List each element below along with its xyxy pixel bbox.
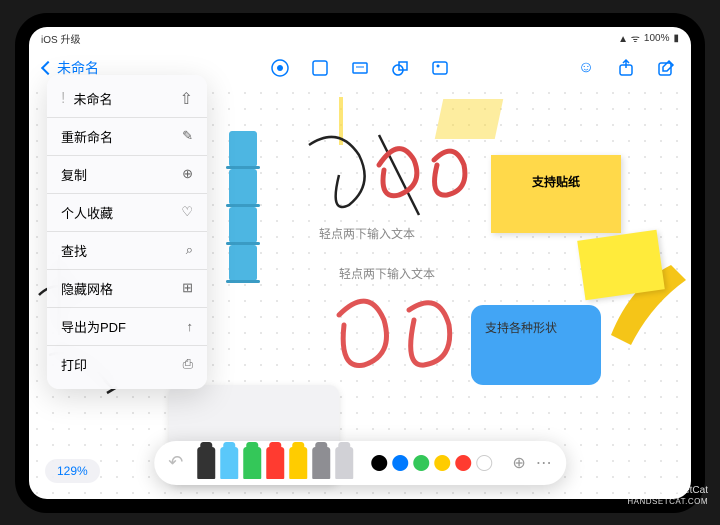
color-swatches [371,455,492,471]
menu-item-3[interactable]: 查找⌕ [47,231,207,269]
drawing-tool[interactable] [266,447,284,479]
screen: iOS 升级 ▲ ᯤ 100% ▮ 未命名 ☺ 轻点两下输入文本 [29,27,691,499]
sticky-note-icon[interactable] [309,57,331,79]
status-right: ▲ ᯤ 100% ▮ [618,31,679,46]
add-color-button[interactable]: ⊕ [512,453,525,473]
wifi-icon: ▲ ᯤ [618,31,640,45]
text-box-icon[interactable] [349,57,371,79]
drawing-tool[interactable] [243,447,261,479]
exclamation-icon: ! [61,90,65,108]
menu-item-4[interactable]: 隐藏网格⊞ [47,269,207,307]
battery-icon: ▮ [673,33,679,44]
text-placeholder-1[interactable]: 轻点两下输入文本 [319,225,415,242]
chevron-left-icon [41,60,55,74]
sticky-note-yellow[interactable]: 支持贴纸 [491,155,621,233]
drawing-tool[interactable] [312,447,330,479]
bamboo-drawing [229,131,257,291]
menu-item-5[interactable]: 导出为PDF↑ [47,307,207,345]
color-swatch[interactable] [434,455,450,471]
watermark: HandsetCat HANDSETCAT.COM [627,484,708,507]
shapes-icon[interactable] [389,57,411,79]
share-icon-small[interactable]: ⇧ [180,89,193,109]
drawing-tool[interactable] [335,447,353,479]
more-button[interactable]: ⋯ [536,453,552,473]
highlighter-mark [435,99,504,139]
menu-item-1[interactable]: 复制⊕ [47,155,207,193]
drawing-tool[interactable] [220,447,238,479]
sticky-note-yellow-2[interactable] [577,229,665,300]
context-menu: ! 未命名 ⇧ 重新命名✎复制⊕个人收藏♡查找⌕隐藏网格⊞导出为PDF↑打印⎙ [47,75,207,389]
color-swatch[interactable] [455,455,471,471]
blue-rounded-shape[interactable]: 支持各种形状 [471,305,601,385]
nav-right: ☺ [575,57,677,79]
compose-icon[interactable] [655,57,677,79]
nav-center-tools [269,57,451,79]
share-icon[interactable] [615,57,637,79]
status-left-text: iOS 升级 [41,31,80,46]
ipad-frame: iOS 升级 ▲ ᯤ 100% ▮ 未命名 ☺ 轻点两下输入文本 [15,13,705,513]
pen-tool-icon[interactable] [269,57,291,79]
color-swatch[interactable] [413,455,429,471]
text-placeholder-2[interactable]: 轻点两下输入文本 [339,265,435,282]
battery-text: 100% [644,33,670,44]
menu-item-6[interactable]: 打印⎙ [47,345,207,383]
photo-icon[interactable] [429,57,451,79]
menu-header: ! 未命名 ⇧ [47,81,207,117]
drawing-tool[interactable] [289,447,307,479]
drawing-tool[interactable] [197,447,215,479]
menu-item-2[interactable]: 个人收藏♡ [47,193,207,231]
undo-button[interactable]: ↶ [168,452,183,473]
status-bar: iOS 升级 ▲ ᯤ 100% ▮ [29,27,691,50]
menu-item-0[interactable]: 重新命名✎ [47,117,207,155]
emoji-icon[interactable]: ☺ [575,57,597,79]
color-swatch[interactable] [392,455,408,471]
tool-palette: ↶ ⊕ ⋯ [154,441,566,485]
color-swatch[interactable] [476,455,492,471]
highlighter-mark [339,97,343,145]
color-swatch[interactable] [371,455,387,471]
zoom-indicator[interactable]: 129% [45,459,100,483]
menu-title: 未命名 [73,89,171,108]
